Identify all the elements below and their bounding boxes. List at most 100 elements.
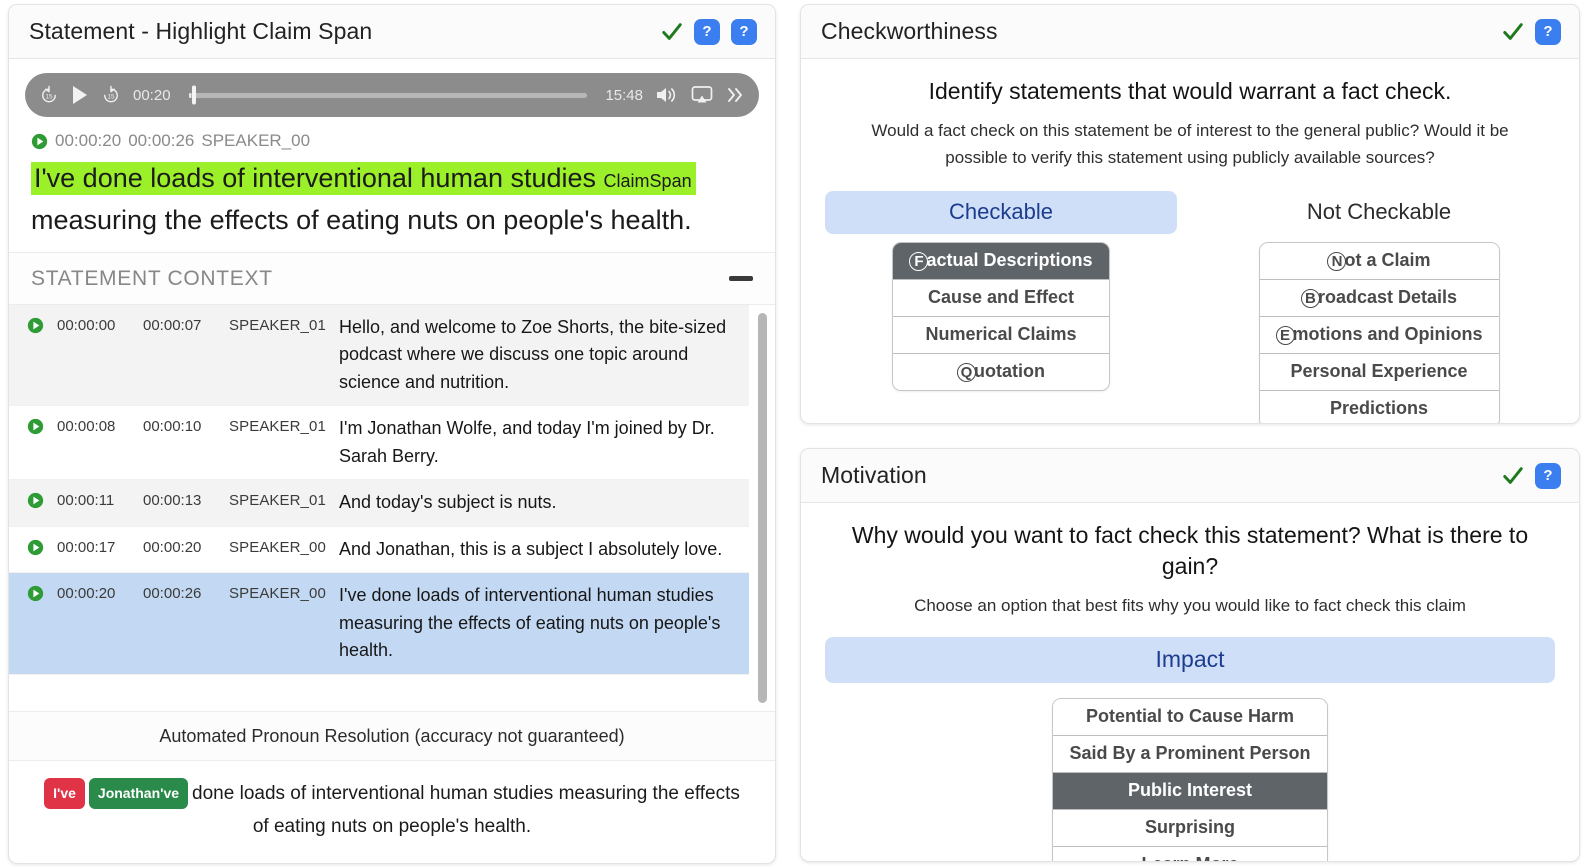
statement-context-header[interactable]: STATEMENT CONTEXT xyxy=(9,251,775,305)
pronoun-resolved-chip[interactable]: Jonathan've xyxy=(88,777,189,810)
checkworthiness-column: Checkable Factual Descriptions Cause and E… xyxy=(825,191,1177,423)
table-row[interactable]: 00:00:11 00:00:13 SPEAKER_01 And today's su… xyxy=(9,480,749,527)
option-label: ot a Claim xyxy=(1344,250,1431,271)
motivation-option[interactable]: Said By a Prominent Person xyxy=(1053,736,1327,774)
help-badge-secondary[interactable]: ? xyxy=(731,18,757,45)
motivation-subprompt: Choose an option that best fits why you … xyxy=(914,596,1466,616)
impact-group-heading[interactable]: Impact xyxy=(825,637,1555,684)
claim-span-text: I've done loads of interventional human … xyxy=(34,163,597,193)
row-text: Hello, and welcome to Zoe Shorts, the bi… xyxy=(339,316,727,392)
statement-context-title: STATEMENT CONTEXT xyxy=(31,266,273,290)
option-label: Potential to Cause Harm xyxy=(1085,706,1295,727)
right-column: Checkworthiness ? Identify statements th… xyxy=(800,4,1580,864)
seek-slider[interactable] xyxy=(188,85,588,105)
volume-icon[interactable] xyxy=(655,85,679,105)
checkworthiness-option[interactable]: Cause and Effect xyxy=(893,280,1109,318)
option-label: Numerical Claims xyxy=(925,324,1077,345)
table-row[interactable]: 00:00:17 00:00:20 SPEAKER_00 And Jonathan, … xyxy=(9,527,749,574)
column-heading[interactable]: Checkable xyxy=(825,191,1177,235)
option-label: uotation xyxy=(974,361,1045,382)
table-row[interactable]: 00:00:20 00:00:26 SPEAKER_00 I've done load… xyxy=(9,573,749,675)
play-segment-icon[interactable] xyxy=(27,582,57,602)
claim-span-highlight[interactable]: I've done loads of interventional human … xyxy=(31,162,696,195)
duration-label: 15:48 xyxy=(605,86,643,104)
play-button[interactable] xyxy=(71,85,89,105)
row-end-time: 00:00:10 xyxy=(143,418,202,436)
option-label: actual Descriptions xyxy=(926,250,1093,271)
row-text: I'm Jonathan Wolfe, and today I'm joined… xyxy=(339,418,715,466)
checkworthiness-option[interactable]: Personal Experience xyxy=(1259,354,1499,392)
motivation-option[interactable]: Learn More xyxy=(1053,847,1327,861)
option-label: Public Interest xyxy=(1127,780,1252,801)
rewind-15-icon[interactable]: 15 xyxy=(39,85,59,105)
option-list: Factual Descriptions Cause and Effect Nume… xyxy=(892,242,1110,392)
header-icon-group: ? ? xyxy=(661,18,757,45)
motivation-panel: Motivation ? Why would you want to fact … xyxy=(800,448,1580,862)
motivation-header: Motivation ? xyxy=(801,449,1579,503)
help-badge[interactable]: ? xyxy=(1535,18,1561,45)
help-badge-primary[interactable]: ? xyxy=(694,18,720,45)
forward-15-icon[interactable]: 15 xyxy=(101,85,121,105)
play-segment-icon[interactable] xyxy=(27,489,57,509)
checkworthiness-option[interactable]: Not a Claim xyxy=(1259,243,1499,281)
checkworthiness-option[interactable]: Emotions and Opinions xyxy=(1259,317,1499,355)
transcript-scrollbar[interactable] xyxy=(758,312,767,703)
row-speaker: SPEAKER_01 xyxy=(229,418,326,436)
table-row[interactable]: 00:00:08 00:00:10 SPEAKER_01 I'm Jonathan W… xyxy=(9,406,749,481)
checkworthiness-subprompt: Would a fact check on this statement be … xyxy=(871,121,1509,168)
checkmark-icon xyxy=(1503,466,1523,484)
option-label: Cause and Effect xyxy=(927,287,1075,308)
checkworthiness-column: Not Checkable Not a Claim Broadcast Detail… xyxy=(1203,191,1555,423)
checkworthiness-header-icons: ? xyxy=(1502,18,1561,45)
table-row[interactable]: 00:00:00 00:00:07 SPEAKER_01 Hello, and wel… xyxy=(9,304,749,407)
transcript-list[interactable]: 00:00:00 00:00:07 SPEAKER_01 Hello, and wel… xyxy=(9,304,775,711)
airplay-icon[interactable] xyxy=(691,85,713,105)
checkworthiness-option[interactable]: Quotation xyxy=(893,354,1109,391)
play-segment-icon[interactable] xyxy=(27,536,57,556)
checkworthiness-option[interactable]: Predictions xyxy=(1259,391,1499,423)
motivation-option[interactable]: Surprising xyxy=(1053,810,1327,848)
statement-text[interactable]: I've done loads of interventional human … xyxy=(31,158,753,242)
motivation-option[interactable]: Public Interest xyxy=(1053,773,1327,811)
option-label: Surprising xyxy=(1144,817,1235,838)
row-start-time: 00:00:17 xyxy=(57,538,116,556)
help-badge[interactable]: ? xyxy=(1535,462,1561,489)
play-segment-icon[interactable] xyxy=(31,133,48,150)
page-title: Statement - Highlight Claim Span xyxy=(29,18,373,44)
motivation-title: Motivation xyxy=(821,462,927,488)
checkworthiness-header: Checkworthiness ? xyxy=(801,5,1579,59)
statement-panel-header: Statement - Highlight Claim Span ? ? xyxy=(9,5,775,59)
motivation-header-icons: ? xyxy=(1502,462,1561,489)
checkworthiness-option[interactable]: Numerical Claims xyxy=(893,317,1109,355)
scrollbar-thumb[interactable] xyxy=(758,312,767,703)
statement-block: 00:00:20 00:00:26 SPEAKER_00 I've done l… xyxy=(9,127,775,252)
motivation-group: Impact Potential to Cause Harm Said By a … xyxy=(801,619,1579,861)
row-text: And Jonathan, this is a subject I absolu… xyxy=(339,538,723,559)
option-label: Personal Experience xyxy=(1290,361,1468,382)
more-options-icon[interactable] xyxy=(725,86,745,104)
play-segment-icon[interactable] xyxy=(27,415,57,435)
column-heading[interactable]: Not Checkable xyxy=(1203,191,1555,234)
row-speaker: SPEAKER_00 xyxy=(229,538,326,556)
checkmark-icon xyxy=(1503,22,1523,40)
seek-handle[interactable] xyxy=(191,85,196,105)
row-end-time: 00:00:07 xyxy=(143,316,202,334)
row-speaker: SPEAKER_01 xyxy=(229,316,326,334)
pronoun-sentence-text: done loads of interventional human studi… xyxy=(192,782,740,837)
pronoun-resolution-body: I've Jonathan've done loads of interventio… xyxy=(9,761,775,864)
checkworthiness-option[interactable]: Factual Descriptions xyxy=(893,243,1109,281)
play-segment-icon[interactable] xyxy=(27,314,57,334)
motivation-option[interactable]: Potential to Cause Harm xyxy=(1053,699,1327,737)
audio-player[interactable]: 15 15 00:20 15:48 xyxy=(25,73,759,117)
checkworthiness-option[interactable]: Broadcast Details xyxy=(1259,280,1499,318)
option-label: motions and Opinions xyxy=(1292,324,1483,345)
option-list: Not a Claim Broadcast Details Emotions and… xyxy=(1258,242,1500,423)
row-text: And today's subject is nuts. xyxy=(339,492,557,513)
pronoun-original-chip[interactable]: I've xyxy=(44,777,85,810)
option-label: Said By a Prominent Person xyxy=(1069,743,1311,764)
statement-start-time: 00:00:20 xyxy=(55,131,122,150)
row-text: I've done loads of interventional human … xyxy=(339,585,721,661)
collapse-minus-icon[interactable] xyxy=(729,276,753,282)
left-column: Statement - Highlight Claim Span ? ? 15 … xyxy=(8,4,776,864)
app-root: Statement - Highlight Claim Span ? ? 15 … xyxy=(0,0,1586,868)
